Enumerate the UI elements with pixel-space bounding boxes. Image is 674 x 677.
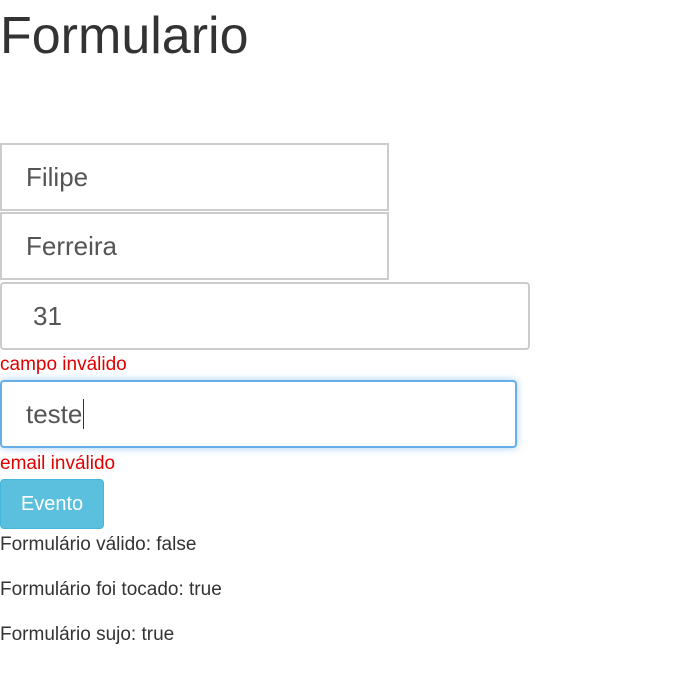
email-input-value: teste — [26, 398, 83, 429]
idade-input[interactable]: 31 — [0, 282, 530, 350]
idade-input-value: 31 — [33, 300, 62, 331]
nome-input[interactable]: Filipe — [0, 143, 389, 211]
evento-button[interactable]: Evento — [0, 479, 104, 529]
nome-input-value: Filipe — [26, 161, 89, 192]
sobrenome-input-value: Ferreira — [26, 230, 118, 261]
status-valid: Formulário válido: false — [0, 534, 197, 555]
status-touched: Formulário foi tocado: true — [0, 579, 222, 600]
idade-error-message: campo inválido — [0, 354, 127, 375]
email-input[interactable]: teste — [0, 380, 517, 448]
page-title: Formulario — [0, 7, 249, 65]
email-error-message: email inválido — [0, 453, 116, 474]
page: Formulario Filipe Ferreira 31 campo invá… — [0, 0, 674, 677]
status-dirty: Formulário sujo: true — [0, 624, 175, 645]
sobrenome-input[interactable]: Ferreira — [0, 212, 389, 280]
text-caret — [83, 399, 85, 429]
